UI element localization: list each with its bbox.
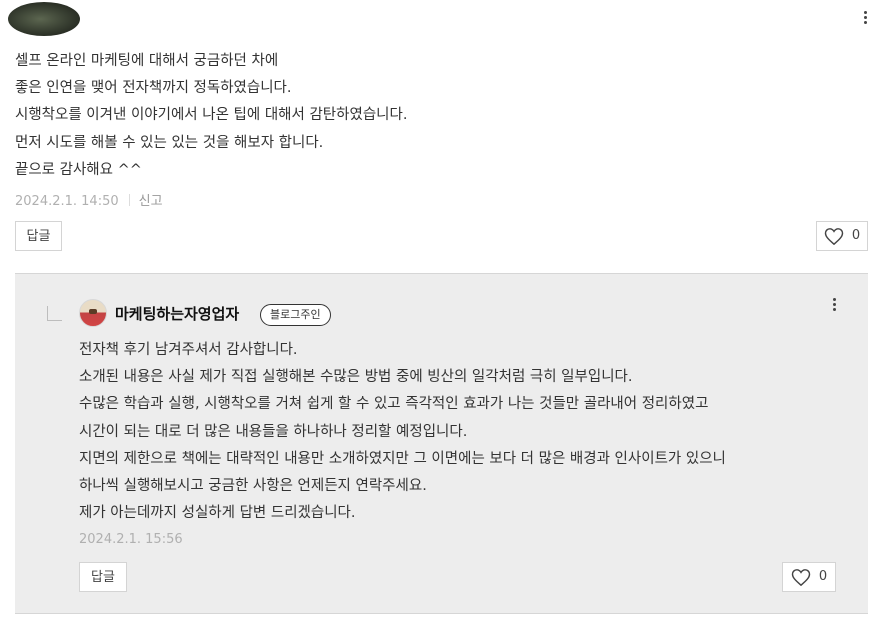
reply-meta: 2024.2.1. 15:56 bbox=[79, 532, 183, 547]
comment-line: 끝으로 감사해요 ^^ bbox=[15, 161, 142, 178]
blog-owner-badge: 블로그주인 bbox=[260, 304, 331, 326]
heart-icon bbox=[824, 227, 844, 245]
reply-line: 제가 아는데까지 성실하게 답변 드리겠습니다. bbox=[79, 505, 356, 522]
reply-date: 2024.2.1. 15:56 bbox=[79, 532, 183, 547]
reply-like-count: 0 bbox=[818, 569, 828, 584]
reply-button[interactable]: 답글 bbox=[15, 221, 62, 251]
reply-author-name[interactable]: 마케팅하는자영업자 bbox=[115, 303, 239, 324]
heart-icon bbox=[791, 568, 811, 586]
comment-item: 셀프 온라인 마케팅에 대해서 궁금하던 차에 좋은 인연을 맺어 전자책까지 … bbox=[0, 0, 882, 270]
section-divider bbox=[15, 613, 868, 614]
report-link[interactable]: 신고 bbox=[139, 194, 163, 209]
reply-line: 시간이 되는 대로 더 많은 내용들을 하나하나 정리할 예정입니다. bbox=[79, 423, 468, 440]
comment-meta: 2024.2.1. 14:50 신고 bbox=[15, 190, 163, 209]
reply-more-button[interactable] bbox=[827, 296, 841, 316]
like-count: 0 bbox=[851, 228, 861, 243]
more-options-icon bbox=[863, 11, 867, 14]
reply-line: 소개된 내용은 사실 제가 직접 실행해본 수많은 방법 중에 빙산의 일각처럼… bbox=[79, 369, 633, 386]
reply-reply-button[interactable]: 답글 bbox=[79, 562, 127, 592]
comment-line: 시행착오를 이겨낸 이야기에서 나온 팁에 대해서 감탄하였습니다. bbox=[15, 107, 408, 124]
comment-more-button[interactable] bbox=[858, 9, 872, 29]
reply-line: 전자책 후기 남겨주셔서 감사합니다. bbox=[79, 342, 298, 358]
reply-indent-icon bbox=[47, 306, 62, 321]
comment-line: 셀프 온라인 마케팅에 대해서 궁금하던 차에 bbox=[15, 53, 279, 69]
reply-line: 하나씩 실행해보시고 궁금한 사항은 언제든지 연락주세요. bbox=[79, 478, 427, 495]
commenter-avatar[interactable] bbox=[8, 2, 80, 36]
author-avatar[interactable] bbox=[79, 299, 107, 327]
like-button[interactable]: 0 bbox=[816, 221, 868, 251]
comment-body: 셀프 온라인 마케팅에 대해서 궁금하던 차에 좋은 인연을 맺어 전자책까지 … bbox=[15, 48, 407, 184]
comment-line: 먼저 시도를 해볼 수 있는 있는 것을 해보자 합니다. bbox=[15, 134, 324, 151]
comment-line: 좋은 인연을 맺어 전자책까지 정독하였습니다. bbox=[15, 80, 292, 97]
reply-body: 전자책 후기 남겨주셔서 감사합니다. 소개된 내용은 사실 제가 직접 실행해… bbox=[79, 337, 726, 527]
meta-divider bbox=[128, 194, 130, 206]
comment-date: 2024.2.1. 14:50 bbox=[15, 194, 119, 209]
reply-line: 수많은 학습과 실행, 시행착오를 거쳐 쉽게 할 수 있고 즉각적인 효과가 … bbox=[79, 396, 709, 413]
reply-comment: 마케팅하는자영업자 블로그주인 전자책 후기 남겨주셔서 감사합니다. 소개된 … bbox=[15, 273, 868, 614]
reply-line: 지면의 제한으로 책에는 대략적인 내용만 소개하였지만 그 이면에는 보다 더… bbox=[79, 450, 726, 467]
more-options-icon bbox=[832, 298, 836, 301]
reply-like-button[interactable]: 0 bbox=[782, 562, 836, 592]
